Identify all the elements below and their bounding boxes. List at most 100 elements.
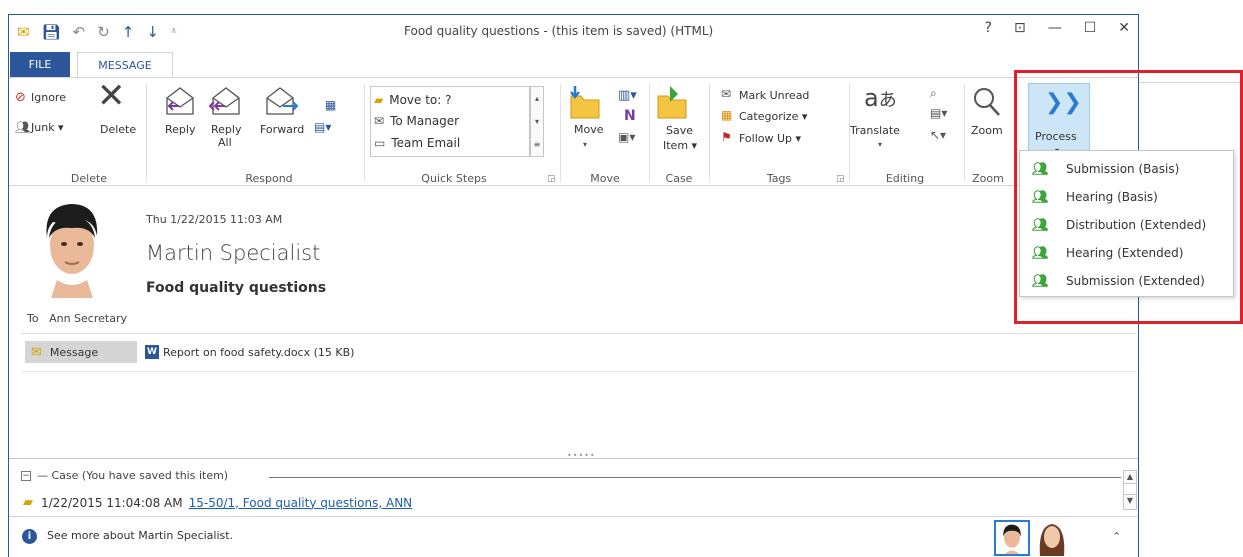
info-icon: i: [22, 529, 37, 544]
save-item-button[interactable]: Save: [666, 124, 693, 137]
group-label-quick-steps: Quick Steps: [421, 172, 487, 185]
tab-message[interactable]: MESSAGE: [77, 52, 173, 78]
quick-step-to-manager[interactable]: ✉ To Manager: [374, 111, 524, 131]
header-divider: [21, 333, 1137, 334]
case-folder-icon: ▰: [23, 495, 33, 510]
help-button[interactable]: ?: [985, 20, 992, 36]
group-separator: [560, 84, 561, 182]
group-label-tags: Tags: [766, 172, 792, 185]
word-doc-icon: W: [145, 345, 159, 359]
recipient-line: To Ann Secretary: [27, 312, 127, 325]
delete-icon[interactable]: ✕: [97, 79, 126, 113]
scroll-down-icon[interactable]: ▼: [1124, 495, 1136, 507]
envelope-icon: ✉: [31, 344, 42, 360]
sender-name[interactable]: Martin Specialist: [146, 241, 320, 265]
ribbon: ⊘ Ignore 👥︎ Junk ▾ ✕ Delete Delete Reply…: [9, 77, 1138, 186]
attachment-divider: [21, 371, 1137, 372]
collapse-icon[interactable]: −: [21, 470, 31, 481]
forward-button[interactable]: Forward: [260, 123, 304, 136]
group-label-case: Case: [665, 172, 693, 185]
minimize-button[interactable]: —: [1048, 20, 1062, 36]
junk-icon: 👥︎: [15, 120, 31, 134]
translate-dropdown-icon[interactable]: ▾: [878, 140, 882, 149]
app-envelope-icon[interactable]: ✉: [17, 22, 30, 42]
select-icon[interactable]: ↖▾: [930, 128, 946, 142]
message-subject: Food quality questions: [146, 280, 327, 296]
mark-unread-button[interactable]: Mark Unread: [739, 89, 809, 102]
redo-icon[interactable]: ↻: [97, 22, 110, 42]
ribbon-display-options-button[interactable]: ⊡: [1014, 20, 1026, 36]
categorize-icon: ▦: [721, 108, 733, 122]
quick-steps-gallery: ▰ Move to: ? ✉ To Manager ▭ Team Email: [370, 86, 530, 157]
see-more-link[interactable]: See more about Martin Specialist.: [47, 529, 233, 542]
group-separator: [709, 84, 710, 182]
quick-step-move-to[interactable]: ▰ Move to: ?: [374, 90, 524, 110]
customize-qat-icon[interactable]: ⩡: [171, 22, 177, 42]
attachment-message-tab[interactable]: ✉ Message: [25, 341, 137, 363]
outlook-message-window: ✉ 💾︎ ↶ ↻ ↑ ↓ ⩡ Food quality questions - …: [8, 14, 1139, 557]
group-separator: [964, 84, 965, 182]
splitter-grip-icon[interactable]: •••••: [567, 451, 596, 460]
sender-thumbnail[interactable]: [994, 520, 1030, 556]
reply-button[interactable]: Reply: [165, 123, 195, 136]
previous-item-icon[interactable]: ↑: [122, 22, 135, 42]
case-pane-scrollbar[interactable]: ▲ ▼: [1123, 470, 1137, 510]
maximize-button[interactable]: ☐: [1084, 20, 1097, 36]
onenote-icon[interactable]: N: [624, 108, 636, 124]
tags-launcher-icon[interactable]: ◲: [836, 174, 845, 184]
recipient-thumbnail[interactable]: [1034, 520, 1070, 556]
group-label-delete: Delete: [70, 172, 108, 185]
group-label-move: Move: [590, 172, 620, 185]
delete-button[interactable]: Delete: [100, 123, 136, 136]
reply-all-icon[interactable]: [205, 84, 245, 118]
case-entry: ▰ 1/22/2015 11:04:08 AM 15-50/1, Food qu…: [23, 495, 412, 510]
translate-button[interactable]: Translate: [850, 124, 900, 137]
attachment-docx[interactable]: W Report on food safety.docx (15 KB): [145, 341, 354, 363]
undo-icon[interactable]: ↶: [73, 22, 86, 42]
save-item-button-line2[interactable]: Item ▾: [663, 139, 697, 152]
zoom-button[interactable]: Zoom: [971, 124, 1003, 137]
quick-steps-launcher-icon[interactable]: ◲: [547, 174, 556, 184]
zoom-icon[interactable]: [972, 86, 1002, 118]
recipient-name[interactable]: Ann Secretary: [49, 312, 127, 325]
quick-step-label: To Manager: [390, 114, 460, 128]
follow-up-flag-icon: ⚑: [721, 130, 732, 144]
junk-button[interactable]: Junk ▾: [31, 121, 64, 134]
scroll-up-icon[interactable]: ▲: [1124, 471, 1136, 483]
quick-steps-scroll[interactable]: ▴ ▾ ≡: [530, 86, 544, 157]
more-respond-icon[interactable]: ▤▾: [314, 120, 331, 134]
move-dropdown-icon[interactable]: ▾: [583, 140, 587, 149]
collapse-people-pane-icon[interactable]: ⌃: [1112, 530, 1121, 543]
case-section-header: − — Case (You have saved this item): [21, 469, 228, 482]
ignore-icon: ⊘: [15, 90, 26, 105]
move-button[interactable]: Move: [574, 123, 604, 136]
group-label-respond: Respond: [245, 172, 293, 185]
group-label-editing: Editing: [885, 172, 925, 185]
save-icon[interactable]: 💾︎: [42, 22, 61, 42]
next-item-icon[interactable]: ↓: [146, 22, 159, 42]
rules-icon[interactable]: ▥▾: [618, 88, 637, 103]
ignore-button[interactable]: Ignore: [31, 91, 66, 104]
close-button[interactable]: ✕: [1118, 20, 1130, 36]
save-item-icon[interactable]: [654, 84, 690, 120]
tab-file[interactable]: FILE: [10, 52, 70, 77]
follow-up-button[interactable]: Follow Up ▾: [739, 132, 801, 145]
reply-icon[interactable]: [161, 84, 199, 118]
case-link[interactable]: 15-50/1, Food quality questions, ANN: [189, 496, 413, 510]
actions-icon[interactable]: ▣▾: [618, 130, 635, 144]
related-icon[interactable]: ▤▾: [930, 106, 947, 120]
reply-all-button[interactable]: Reply: [211, 123, 241, 136]
group-separator: [146, 84, 147, 182]
window-title: Food quality questions - (this item is s…: [404, 24, 714, 38]
forward-icon[interactable]: [261, 84, 301, 118]
move-folder-icon[interactable]: [565, 84, 605, 120]
categorize-button[interactable]: Categorize ▾: [739, 110, 807, 123]
quick-step-team-email[interactable]: ▭ Team Email: [374, 133, 524, 153]
translate-icon[interactable]: aあ: [864, 82, 897, 117]
scroll-thumb[interactable]: [1124, 483, 1136, 495]
attachment-message-label: Message: [49, 345, 99, 359]
window-controls: ? ⊡ — ☐ ✕: [985, 20, 1130, 36]
find-icon[interactable]: ⌕: [930, 86, 937, 101]
reply-all-button-line2[interactable]: All: [218, 136, 232, 149]
meeting-icon[interactable]: ▦: [325, 98, 336, 112]
